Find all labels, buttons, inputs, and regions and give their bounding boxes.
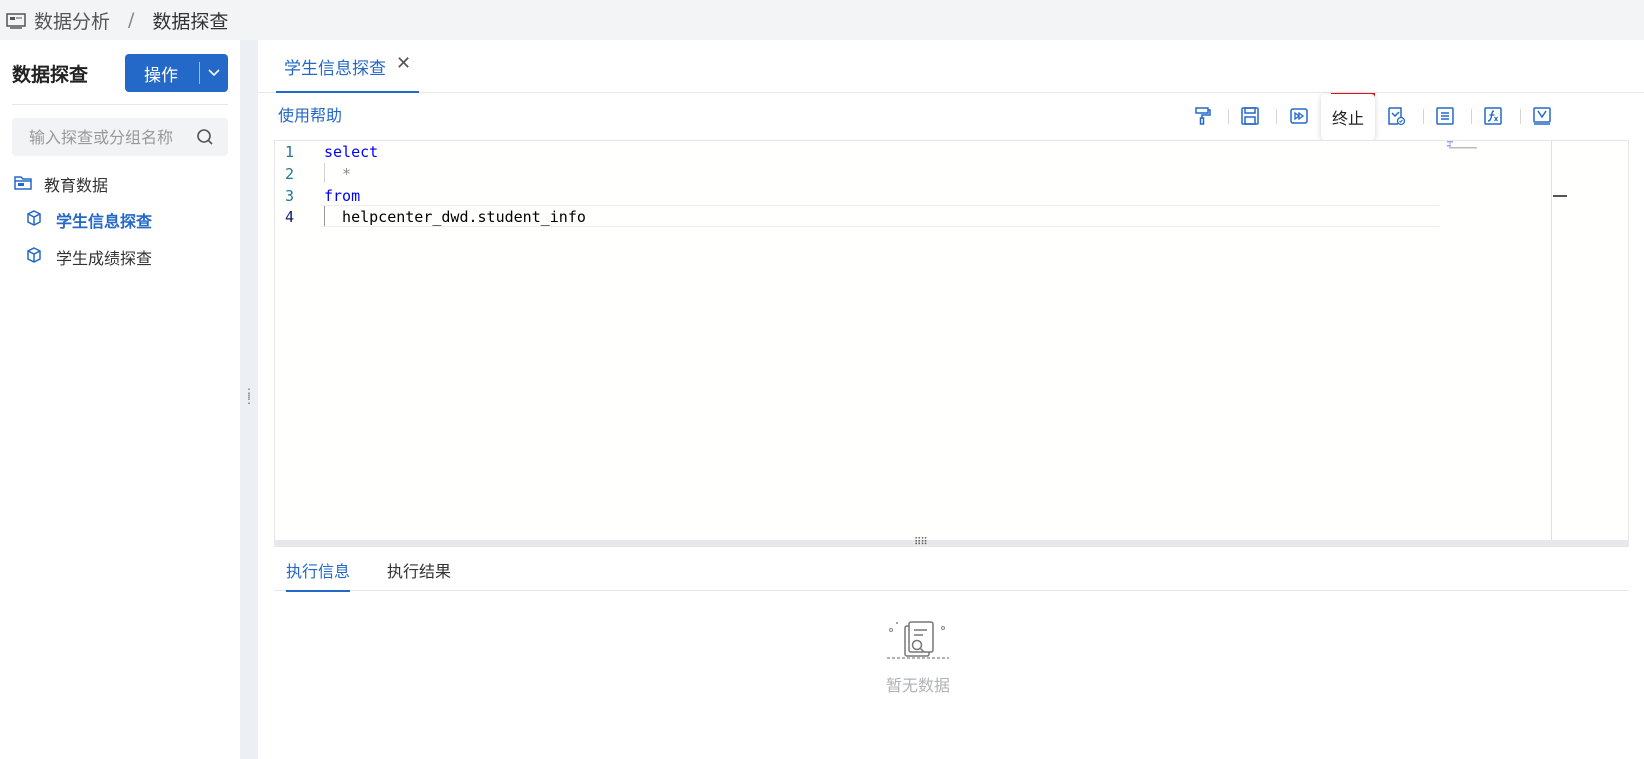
tree-group-label: 教育数据: [44, 176, 109, 195]
toolbar-separator: [1520, 109, 1521, 124]
tree-group-education[interactable]: 教育数据: [14, 172, 108, 196]
empty-data-icon: [887, 621, 949, 666]
function-icon[interactable]: [1474, 98, 1512, 134]
tab-execution-info[interactable]: 执行信息: [286, 558, 351, 592]
search-box: [12, 118, 228, 156]
breadcrumb: 数据分析 / 数据探查: [0, 0, 1644, 40]
editor-toolbar: 终止: [258, 93, 1644, 140]
format-brush-icon[interactable]: [1183, 98, 1221, 134]
breadcrumb-current: 数据探查: [152, 10, 229, 33]
check-icon[interactable]: [1377, 98, 1415, 134]
search-input[interactable]: [27, 126, 191, 148]
line-number: 3: [285, 187, 295, 205]
sidebar-title: 数据探查: [12, 64, 89, 86]
code-line: from: [324, 187, 361, 205]
drag-handle-icon[interactable]: ⠿⠿: [914, 537, 928, 548]
close-icon[interactable]: ✕: [396, 54, 411, 74]
toolbar-separator: [1471, 109, 1472, 124]
tree-item-label: 学生成绩探查: [56, 249, 153, 268]
download-icon[interactable]: [1523, 98, 1561, 134]
toolbar-separator: [1423, 109, 1424, 124]
run-icon[interactable]: [1280, 98, 1318, 134]
main-panel: 学生信息探查 ✕ 使用帮助 终止 1 2 3 4 select * from h…: [258, 40, 1644, 759]
code-line: select: [324, 143, 379, 161]
cube-icon: [26, 210, 42, 230]
line-number: 2: [285, 165, 295, 183]
chevron-down-icon[interactable]: [200, 68, 228, 78]
line-number: 1: [285, 143, 295, 161]
panel-resizer[interactable]: ⠿⠿: [274, 537, 1629, 548]
code-line: helpcenter_dwd.student_info: [324, 208, 586, 226]
tab-bar: 学生信息探查 ✕: [258, 40, 1644, 93]
breadcrumb-root[interactable]: 数据分析: [34, 7, 110, 34]
app-monitor-icon: [6, 12, 26, 29]
toolbar-separator: [1276, 109, 1277, 124]
breadcrumb-separator: /: [128, 9, 135, 31]
sidebar-splitter[interactable]: ⋮ ⋮: [240, 40, 258, 759]
sidebar: 数据探查 操作 教育数据 学生信息探查 学生成绩探查: [0, 40, 240, 759]
stop-tooltip: 终止: [1321, 94, 1375, 140]
operations-button-label: 操作: [144, 65, 178, 86]
cube-icon: [26, 247, 42, 267]
sidebar-divider: [12, 104, 228, 105]
save-icon[interactable]: [1231, 98, 1269, 134]
tree-item-student-info[interactable]: 学生信息探查: [26, 208, 152, 232]
search-icon[interactable]: [196, 128, 214, 150]
operations-button[interactable]: 操作: [125, 54, 228, 92]
list-icon[interactable]: [1426, 98, 1464, 134]
drag-handle-icon[interactable]: ⋮ ⋮: [243, 387, 255, 405]
tab-student-info[interactable]: 学生信息探查 ✕: [276, 54, 420, 93]
scrollbar-thumb[interactable]: [1553, 195, 1567, 197]
sql-editor[interactable]: 1 2 3 4 select * from helpcenter_dwd.stu…: [274, 140, 1629, 542]
editor-scrollbar[interactable]: [1551, 141, 1552, 541]
line-number: 4: [285, 208, 295, 226]
code-line: *: [324, 165, 352, 183]
tree-item-student-score[interactable]: 学生成绩探查: [26, 245, 152, 269]
tab-label: 学生信息探查: [284, 59, 386, 79]
result-tabs: 执行信息 执行结果: [274, 548, 1629, 592]
editor-minimap[interactable]: [1445, 141, 1541, 541]
tree-item-label: 学生信息探查: [56, 212, 153, 231]
toolbar-separator: [1228, 109, 1229, 124]
empty-data-text: 暂无数据: [885, 676, 950, 695]
tab-execution-result[interactable]: 执行结果: [387, 558, 451, 590]
empty-state: 暂无数据: [868, 620, 968, 696]
folder-icon: [14, 175, 32, 194]
